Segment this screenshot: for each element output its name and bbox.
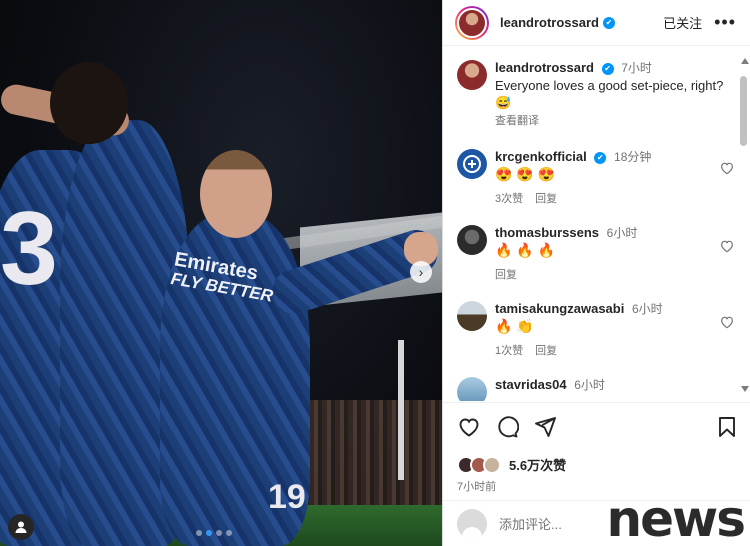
carousel-indicator — [196, 530, 232, 536]
commenter-username[interactable]: krcgenkofficial — [495, 149, 587, 164]
reply-button[interactable]: 回复 — [495, 269, 517, 281]
more-options-icon[interactable]: ••• — [714, 12, 736, 33]
current-user-avatar — [457, 508, 487, 539]
caption: leandrotrossard ✔ 7小时 Everyone loves a g… — [443, 47, 739, 130]
floodlight-post — [398, 340, 404, 480]
heart-icon[interactable] — [719, 160, 735, 176]
following-button[interactable]: 已关注 — [663, 13, 702, 32]
comment-like-count[interactable]: 3次赞 — [495, 193, 523, 205]
carousel-dot — [196, 530, 202, 536]
comments-scrollbar[interactable] — [738, 58, 750, 392]
commenter-avatar[interactable] — [457, 149, 487, 179]
verified-badge-icon: ✔ — [602, 16, 615, 29]
commenter-avatar[interactable] — [457, 377, 487, 401]
comment-like-count[interactable]: 1次赞 — [495, 345, 523, 357]
see-translation-link[interactable]: 查看翻译 — [495, 113, 739, 130]
carousel-dot — [226, 530, 232, 536]
user-icon — [15, 521, 27, 533]
scrollbar-thumb[interactable] — [740, 76, 747, 146]
like-heart-icon[interactable] — [457, 415, 481, 439]
tagged-users-button[interactable] — [8, 514, 34, 540]
commenter-username[interactable]: tamisakungzawasabi — [495, 301, 624, 316]
carousel-dot — [216, 530, 222, 536]
chevron-right-icon: › — [418, 264, 424, 280]
comment-item: tamisakungzawasabi 6小时 🔥👏 1次赞 回复 — [443, 284, 739, 360]
comment-text: 🔥👏 — [495, 318, 538, 334]
comment-item: krcgenkofficial ✔ 18分钟 😍😍😍 3次赞 回复 — [443, 130, 739, 208]
author-avatar[interactable] — [455, 5, 489, 40]
comment-item: stavridas04 6小时 — [443, 360, 739, 401]
commenter-username[interactable]: stavridas04 — [495, 377, 567, 392]
comment-time: 18分钟 — [614, 150, 652, 164]
verified-badge-icon: ✔ — [601, 62, 614, 75]
club-crest-icon — [463, 155, 481, 173]
news-watermark: news — [606, 490, 746, 546]
scroll-down-icon[interactable] — [741, 386, 749, 392]
caption-avatar[interactable] — [457, 60, 487, 90]
comment-item: thomasburssens 6小时 🔥🔥🔥 回复 — [443, 208, 739, 284]
reply-button[interactable]: 回复 — [535, 193, 557, 205]
carousel-dot — [206, 530, 212, 536]
heart-icon[interactable] — [719, 314, 735, 330]
comment-time: 6小时 — [574, 378, 605, 392]
next-photo-button[interactable]: › — [410, 261, 432, 283]
bookmark-icon[interactable] — [717, 416, 737, 438]
author-username[interactable]: leandrotrossard — [500, 15, 599, 30]
liker-avatars — [457, 455, 505, 474]
post-photo[interactable]: 3 19 Emirates FLY BETTER › — [0, 0, 442, 546]
reply-button[interactable]: 回复 — [535, 345, 557, 357]
jersey-number-bottom: 19 — [268, 478, 306, 516]
liker-avatar — [483, 455, 501, 474]
post-actions: 5.6万次赞 7小时前 — [443, 402, 750, 494]
scroll-up-icon[interactable] — [741, 58, 749, 64]
comment-time: 6小时 — [606, 226, 638, 240]
like-count[interactable]: 5.6万次赞 — [509, 455, 566, 474]
comment-text: 🔥🔥🔥 — [495, 242, 560, 258]
player-head-back — [50, 62, 128, 144]
comment-bubble-icon[interactable] — [495, 415, 519, 439]
comment-time: 6小时 — [631, 302, 663, 316]
verified-badge-icon: ✔ — [594, 151, 607, 164]
commenter-username[interactable]: thomasburssens — [495, 225, 599, 240]
heart-icon[interactable] — [719, 238, 735, 254]
caption-username[interactable]: leandrotrossard — [495, 60, 594, 75]
caption-text: Everyone loves a good set-piece, right? … — [495, 78, 724, 110]
player-head-celebrating — [200, 150, 272, 238]
add-comment-input[interactable]: 添加评论... — [499, 514, 562, 533]
caption-time: 7小时 — [621, 61, 652, 75]
comment-text: 😍😍😍 — [495, 166, 560, 182]
commenter-avatar[interactable] — [457, 225, 487, 255]
post-sidebar: leandrotrossard ✔ 已关注 ••• leandrotrossar… — [442, 0, 750, 546]
post-header: leandrotrossard ✔ 已关注 ••• — [443, 0, 750, 46]
comments-list[interactable]: leandrotrossard ✔ 7小时 Everyone loves a g… — [443, 47, 739, 401]
share-send-icon[interactable] — [533, 415, 557, 439]
likes-summary[interactable]: 5.6万次赞 — [457, 455, 737, 474]
jersey-number: 3 — [0, 191, 58, 307]
commenter-avatar[interactable] — [457, 301, 487, 331]
